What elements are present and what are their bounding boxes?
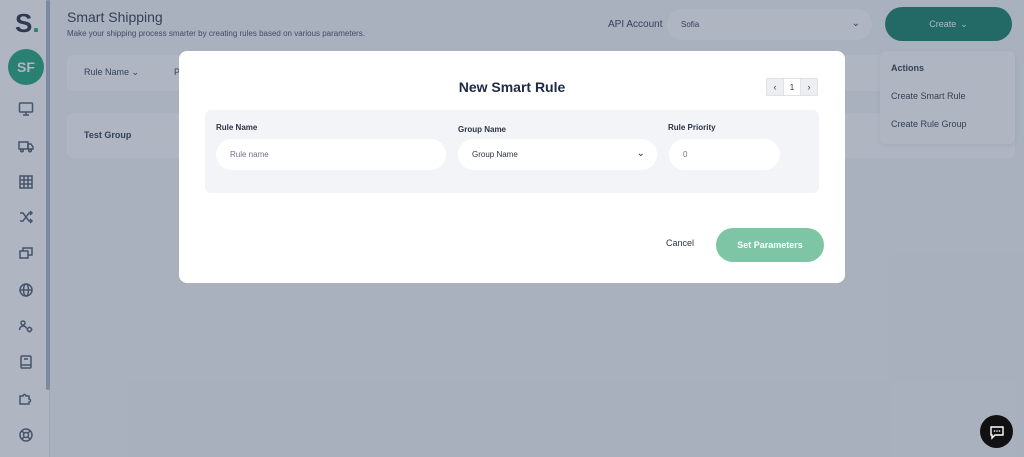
chat-button[interactable] <box>980 415 1013 448</box>
cancel-button[interactable]: Cancel <box>666 238 694 248</box>
group-name-label: Group Name <box>458 125 507 134</box>
chat-bubble-icon <box>989 425 1004 440</box>
chevron-down-icon: ⌄ <box>636 148 645 159</box>
page-number: 1 <box>784 78 800 96</box>
modal-pager: ‹ 1 › <box>766 78 818 96</box>
rule-name-input[interactable]: Rule name <box>216 139 446 170</box>
rule-form-panel: Rule Name Rule name Group Name Group Nam… <box>205 110 819 193</box>
rule-name-label: Rule Name <box>216 123 258 132</box>
group-name-select[interactable]: Group Name ⌄ <box>458 139 657 170</box>
chevron-right-icon[interactable]: › <box>800 78 818 96</box>
modal-title: New Smart Rule <box>458 79 566 95</box>
set-parameters-button[interactable]: Set Parameters <box>716 228 824 262</box>
chevron-left-icon[interactable]: ‹ <box>766 78 784 96</box>
new-smart-rule-modal: New Smart Rule ‹ 1 › Rule Name Rule name… <box>179 51 845 283</box>
rule-priority-label: Rule Priority <box>668 123 716 132</box>
rule-priority-input[interactable]: 0 <box>669 139 780 170</box>
